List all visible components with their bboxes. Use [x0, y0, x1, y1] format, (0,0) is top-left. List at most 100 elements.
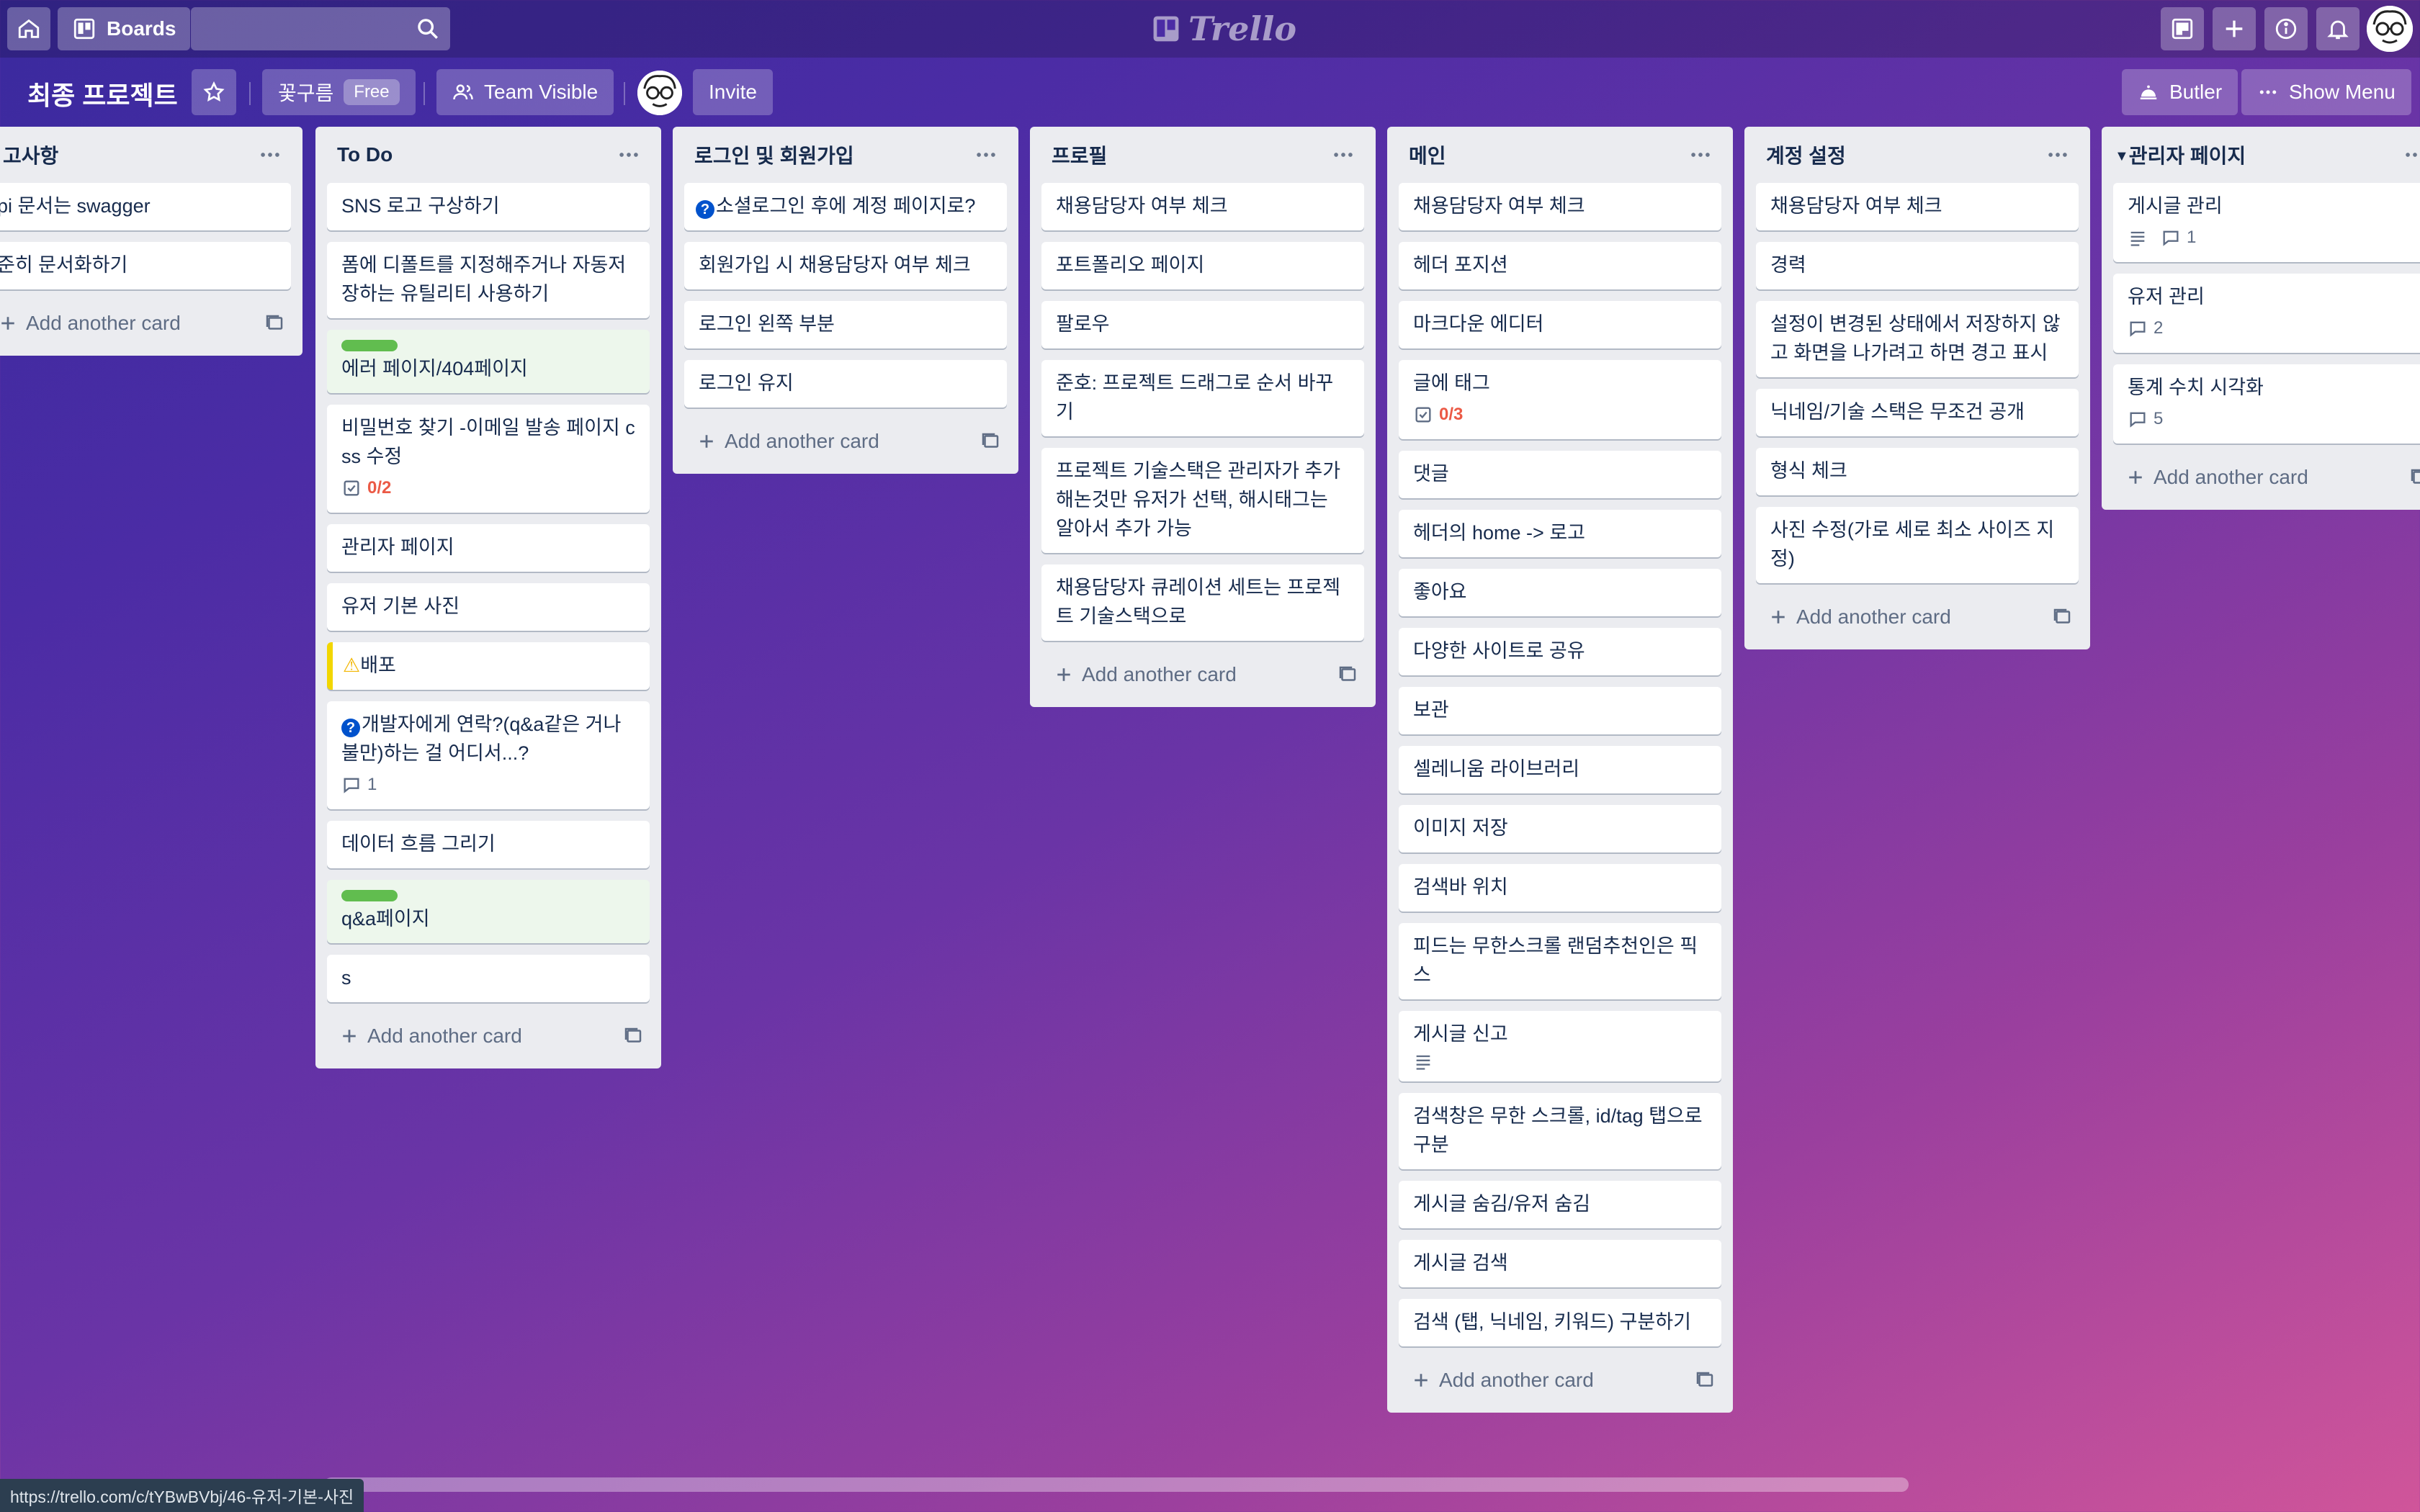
- card[interactable]: 게시글 검색: [1399, 1240, 1721, 1287]
- card[interactable]: 포트폴리오 페이지: [1041, 242, 1364, 289]
- scrollbar-thumb[interactable]: [324, 1477, 1909, 1492]
- list-header[interactable]: 고사항: [0, 127, 291, 183]
- team-button[interactable]: 꽃구름 Free: [262, 69, 416, 115]
- invite-button[interactable]: Invite: [693, 69, 773, 115]
- card[interactable]: 검색 (탭, 닉네임, 키워드) 구분하기: [1399, 1299, 1721, 1346]
- card[interactable]: 채용담당자 여부 체크: [1756, 183, 2079, 230]
- boards-button[interactable]: Boards: [58, 7, 191, 50]
- card[interactable]: 게시글 관리 1: [2113, 183, 2420, 262]
- card[interactable]: 검색창은 무한 스크롤, id/tag 탭으로 구분: [1399, 1093, 1721, 1169]
- card[interactable]: ? 소셜로그인 후에 계정 페이지로?: [684, 183, 1007, 230]
- show-menu-button[interactable]: Show Menu: [2241, 69, 2411, 115]
- card-template-icon[interactable]: [1694, 1369, 1716, 1391]
- card[interactable]: 다양한 사이트로 공유: [1399, 628, 1721, 675]
- card[interactable]: 관리자 페이지: [327, 524, 650, 572]
- card[interactable]: 준히 문서화하기: [0, 242, 291, 289]
- card[interactable]: 형식 체크: [1756, 448, 2079, 495]
- trello-logo[interactable]: Trello: [1152, 9, 1296, 49]
- user-avatar[interactable]: [2367, 6, 2413, 52]
- card[interactable]: 에러 페이지/404페이지: [327, 330, 650, 393]
- list-title[interactable]: 로그인 및 회원가입: [694, 140, 854, 169]
- card-template-icon[interactable]: [2408, 467, 2420, 488]
- list-header[interactable]: 로그인 및 회원가입: [684, 127, 1007, 183]
- list-menu-icon[interactable]: [617, 143, 641, 167]
- add-card-button[interactable]: Add another card: [0, 312, 181, 335]
- card[interactable]: ? 개발자에게 연락?(q&a같은 거나 불만)하는 걸 어디서...? 1: [327, 701, 650, 809]
- add-card-button[interactable]: Add another card: [1410, 1369, 1594, 1392]
- search-box[interactable]: [191, 7, 450, 50]
- card[interactable]: 글에 태그 0/3: [1399, 360, 1721, 439]
- card[interactable]: pi 문서는 swagger: [0, 183, 291, 230]
- card[interactable]: q&a페이지: [327, 880, 650, 943]
- member-avatar[interactable]: [637, 71, 682, 115]
- card[interactable]: 채용담당자 여부 체크: [1041, 183, 1364, 230]
- search-icon[interactable]: [416, 17, 440, 41]
- card[interactable]: 헤더의 home -> 로고: [1399, 510, 1721, 557]
- list-title[interactable]: 계정 설정: [1766, 140, 1846, 169]
- card[interactable]: 유저 관리 2: [2113, 274, 2420, 353]
- list-title[interactable]: 메인: [1409, 140, 1446, 169]
- add-card-button[interactable]: Add another card: [696, 430, 879, 453]
- card[interactable]: 보관: [1399, 687, 1721, 734]
- list-title[interactable]: 고사항: [3, 140, 58, 169]
- card[interactable]: 게시글 숨김/유저 숨김: [1399, 1181, 1721, 1228]
- card-template-icon[interactable]: [2051, 606, 2073, 628]
- green-label[interactable]: [341, 340, 398, 351]
- home-button[interactable]: [7, 7, 50, 50]
- card[interactable]: 닉네임/기술 스택은 무조건 공개: [1756, 389, 2079, 436]
- card-template-icon[interactable]: [622, 1025, 644, 1047]
- board-title[interactable]: 최종 프로젝트: [27, 75, 178, 112]
- card[interactable]: 게시글 신고: [1399, 1011, 1721, 1081]
- card[interactable]: 팔로우: [1041, 301, 1364, 348]
- card[interactable]: 헤더 포지션: [1399, 242, 1721, 289]
- add-card-button[interactable]: Add another card: [339, 1025, 522, 1048]
- list-title[interactable]: 프로필: [1052, 140, 1107, 169]
- card[interactable]: 데이터 흐름 그리기: [327, 821, 650, 868]
- card[interactable]: 프로젝트 기술스택은 관리자가 추가해논것만 유저가 선택, 해시태그는 알아서…: [1041, 448, 1364, 553]
- power-ups-button[interactable]: [2161, 7, 2204, 50]
- card[interactable]: 검색바 위치: [1399, 864, 1721, 912]
- card-template-icon[interactable]: [264, 312, 285, 334]
- list-menu-icon[interactable]: [1331, 143, 1355, 167]
- card[interactable]: 회원가입 시 채용담당자 여부 체크: [684, 242, 1007, 289]
- card[interactable]: 통계 수치 시각화 5: [2113, 364, 2420, 444]
- list-header[interactable]: 프로필: [1041, 127, 1364, 183]
- list-header[interactable]: To Do: [327, 127, 650, 183]
- create-button[interactable]: [2213, 7, 2256, 50]
- card[interactable]: 피드는 무한스크롤 랜덤추천인은 픽스: [1399, 923, 1721, 999]
- card[interactable]: s: [327, 955, 650, 1002]
- card[interactable]: 채용담당자 큐레이션 세트는 프로젝트 기술스택으로: [1041, 564, 1364, 641]
- list-menu-icon[interactable]: [974, 143, 998, 167]
- list-menu-icon[interactable]: [258, 143, 282, 167]
- card[interactable]: 셀레니움 라이브러리: [1399, 746, 1721, 793]
- notifications-button[interactable]: [2316, 7, 2360, 50]
- card[interactable]: 설정이 변경된 상태에서 저장하지 않고 화면을 나가려고 하면 경고 표시: [1756, 301, 2079, 377]
- card[interactable]: 마크다운 에디터: [1399, 301, 1721, 348]
- card[interactable]: 경력: [1756, 242, 2079, 289]
- add-card-button[interactable]: Add another card: [2125, 466, 2308, 489]
- card[interactable]: 댓글: [1399, 451, 1721, 498]
- list-title[interactable]: 관리자 페이지: [2129, 145, 2246, 167]
- card[interactable]: 채용담당자 여부 체크: [1399, 183, 1721, 230]
- green-label[interactable]: [341, 890, 398, 901]
- butler-button[interactable]: Butler: [2122, 69, 2238, 115]
- card[interactable]: 로그인 왼쪽 부분: [684, 301, 1007, 348]
- card[interactable]: 사진 수정(가로 세로 최소 사이즈 지정): [1756, 507, 2079, 583]
- star-button[interactable]: [192, 69, 236, 115]
- add-card-button[interactable]: Add another card: [1053, 663, 1237, 686]
- card-template-icon[interactable]: [1337, 664, 1358, 685]
- list-menu-icon[interactable]: [2045, 143, 2070, 167]
- card[interactable]: 준호: 프로젝트 드래그로 순서 바꾸기: [1041, 360, 1364, 436]
- visibility-button[interactable]: Team Visible: [436, 69, 614, 115]
- info-button[interactable]: [2264, 7, 2308, 50]
- list-header[interactable]: 계정 설정: [1756, 127, 2079, 183]
- collapse-triangle-icon[interactable]: ▼: [2115, 148, 2129, 164]
- card[interactable]: 비밀번호 찾기 -이메일 발송 페이지 css 수정 0/2: [327, 405, 650, 513]
- card[interactable]: SNS 로고 구상하기: [327, 183, 650, 230]
- list-menu-icon[interactable]: [2403, 143, 2420, 167]
- card[interactable]: 유저 기본 사진: [327, 583, 650, 631]
- card-template-icon[interactable]: [980, 431, 1001, 452]
- list-title[interactable]: To Do: [337, 143, 393, 166]
- add-card-button[interactable]: Add another card: [1767, 606, 1951, 629]
- card[interactable]: ⚠배포: [327, 642, 650, 690]
